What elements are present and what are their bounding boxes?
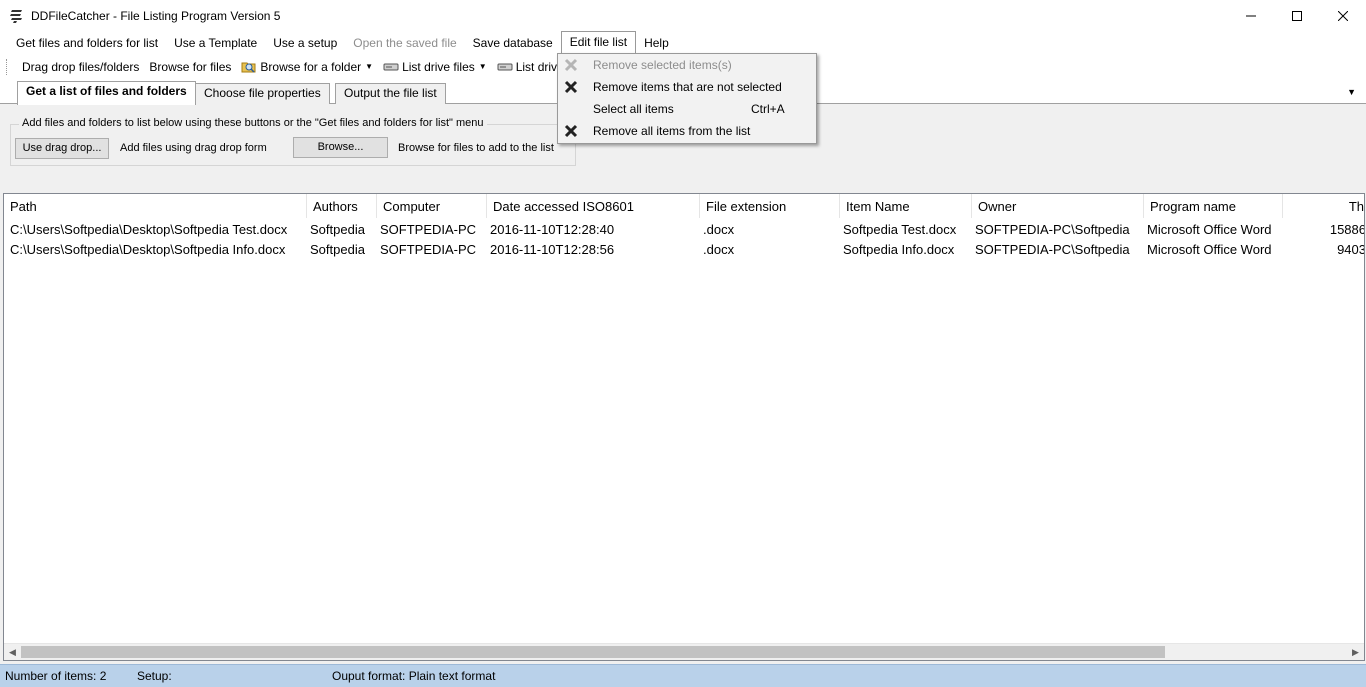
drag-drop-button[interactable]: Drag drop files/folders [17, 56, 144, 78]
file-list-view[interactable]: Path Authors Computer Date accessed ISO8… [3, 193, 1365, 661]
column-header-th[interactable]: Th [1283, 194, 1364, 218]
column-header-date-accessed[interactable]: Date accessed ISO8601 [487, 194, 700, 218]
list-drive-files-button[interactable]: List drive files ▼ [378, 56, 492, 78]
title-bar: DDFileCatcher - File Listing Program Ver… [0, 0, 1366, 31]
tab-get-list[interactable]: Get a list of files and folders [17, 81, 196, 105]
maximize-button[interactable] [1274, 0, 1320, 31]
drive-icon [497, 63, 513, 70]
browse-folder-button[interactable]: Browse for a folder ▼ [236, 56, 378, 78]
tab-output-list[interactable]: Output the file list [335, 83, 446, 104]
table-row[interactable]: C:\Users\Softpedia\Desktop\Softpedia Inf… [4, 240, 1364, 260]
browse-files-label: Browse for files [149, 59, 232, 74]
browse-files-button[interactable]: Browse for files [144, 56, 236, 78]
column-header-authors[interactable]: Authors [307, 194, 377, 218]
cell-th: 15886 [1329, 222, 1365, 237]
chevron-down-icon: ▼ [478, 62, 487, 71]
status-setup: Setup: [137, 669, 172, 683]
x-icon [564, 80, 578, 94]
drive-icon [383, 63, 399, 70]
menu-use-setup[interactable]: Use a setup [265, 32, 345, 54]
chevron-down-icon: ▼ [365, 62, 374, 71]
browse-button[interactable]: Browse... [293, 137, 388, 158]
menu-save-database[interactable]: Save database [465, 32, 561, 54]
x-icon [564, 58, 578, 72]
horizontal-scrollbar[interactable]: ◀ ▶ [4, 643, 1364, 660]
cell-date-accessed: 2016-11-10T12:28:40 [490, 222, 615, 237]
table-row[interactable]: C:\Users\Softpedia\Desktop\Softpedia Tes… [4, 220, 1364, 240]
menu-bar: Get files and folders for list Use a Tem… [0, 31, 1366, 54]
menu-edit-file-list[interactable]: Edit file list [560, 31, 637, 54]
menu-item-label: Remove selected items(s) [593, 58, 732, 72]
cell-authors: Softpedia [310, 222, 365, 237]
menu-item-label: Remove all items from the list [593, 124, 751, 138]
edit-file-list-menu: Remove selected items(s) Remove items th… [557, 53, 817, 144]
cell-authors: Softpedia [310, 242, 365, 257]
group-title: Add files and folders to list below usin… [19, 117, 487, 129]
cell-item-name: Softpedia Info.docx [843, 242, 955, 257]
cell-item-name: Softpedia Test.docx [843, 222, 957, 237]
list-drive-files-label: List drive files [402, 59, 475, 74]
window-title: DDFileCatcher - File Listing Program Ver… [31, 8, 281, 23]
cell-owner: SOFTPEDIA-PC\Softpedia [975, 222, 1130, 237]
close-button[interactable] [1320, 0, 1366, 31]
cell-file-extension: .docx [703, 222, 735, 237]
menu-use-template[interactable]: Use a Template [166, 32, 265, 54]
menu-item-remove-not-selected[interactable]: Remove items that are not selected [558, 76, 816, 98]
close-icon [1338, 10, 1348, 21]
list-header: Path Authors Computer Date accessed ISO8… [4, 194, 1364, 218]
drag-drop-label: Drag drop files/folders [22, 59, 140, 74]
cell-file-extension: .docx [703, 242, 735, 257]
status-items-count: Number of items: 2 [5, 669, 107, 683]
maximize-icon [1292, 10, 1302, 21]
use-drag-drop-button[interactable]: Use drag drop... [15, 138, 109, 159]
status-bar: Number of items: 2 Setup: Ouput format: … [0, 664, 1366, 687]
cell-th: 9403 [1337, 242, 1365, 257]
status-output-format: Ouput format: Plain text format [332, 669, 496, 683]
x-icon [564, 124, 578, 138]
cell-date-accessed: 2016-11-10T12:28:56 [490, 242, 615, 257]
minimize-button[interactable] [1228, 0, 1274, 31]
menu-item-label: Remove items that are not selected [593, 80, 782, 94]
browse-folder-label: Browse for a folder [260, 59, 362, 74]
menu-item-select-all[interactable]: Select all items Ctrl+A [558, 98, 816, 120]
browse-description: Browse for files to add to the list [398, 142, 554, 154]
toolbar-grip[interactable] [6, 58, 9, 75]
menu-item-label: Select all items [593, 102, 674, 116]
cell-program-name: Microsoft Office Word [1147, 242, 1272, 257]
scroll-right-icon[interactable]: ▶ [1347, 644, 1364, 660]
cell-computer: SOFTPEDIA-PC [380, 222, 477, 237]
tab-dropdown-icon[interactable]: ▼ [1347, 87, 1356, 97]
cell-computer: SOFTPEDIA-PC [380, 242, 477, 257]
menu-get-files[interactable]: Get files and folders for list [8, 32, 166, 54]
minimize-icon [1246, 15, 1256, 16]
cell-owner: SOFTPEDIA-PC\Softpedia [975, 242, 1130, 257]
column-header-program-name[interactable]: Program name [1144, 194, 1283, 218]
menu-help[interactable]: Help [636, 32, 677, 54]
column-header-computer[interactable]: Computer [377, 194, 487, 218]
cell-path: C:\Users\Softpedia\Desktop\Softpedia Tes… [10, 222, 288, 237]
column-header-item-name[interactable]: Item Name [840, 194, 972, 218]
folder-search-icon [241, 62, 256, 73]
menu-item-shortcut: Ctrl+A [751, 102, 785, 116]
menu-item-remove-selected[interactable]: Remove selected items(s) [558, 54, 816, 76]
menu-open-saved-file[interactable]: Open the saved file [345, 32, 464, 54]
drag-drop-description: Add files using drag drop form [120, 142, 267, 154]
cell-program-name: Microsoft Office Word [1147, 222, 1272, 237]
column-header-path[interactable]: Path [4, 194, 307, 218]
scroll-left-icon[interactable]: ◀ [4, 644, 21, 660]
tab-choose-properties[interactable]: Choose file properties [195, 83, 330, 104]
column-header-owner[interactable]: Owner [972, 194, 1144, 218]
column-header-file-extension[interactable]: File extension [700, 194, 840, 218]
app-icon [10, 9, 22, 23]
scrollbar-thumb[interactable] [21, 646, 1165, 658]
menu-item-remove-all[interactable]: Remove all items from the list [558, 120, 816, 142]
cell-path: C:\Users\Softpedia\Desktop\Softpedia Inf… [10, 242, 286, 257]
